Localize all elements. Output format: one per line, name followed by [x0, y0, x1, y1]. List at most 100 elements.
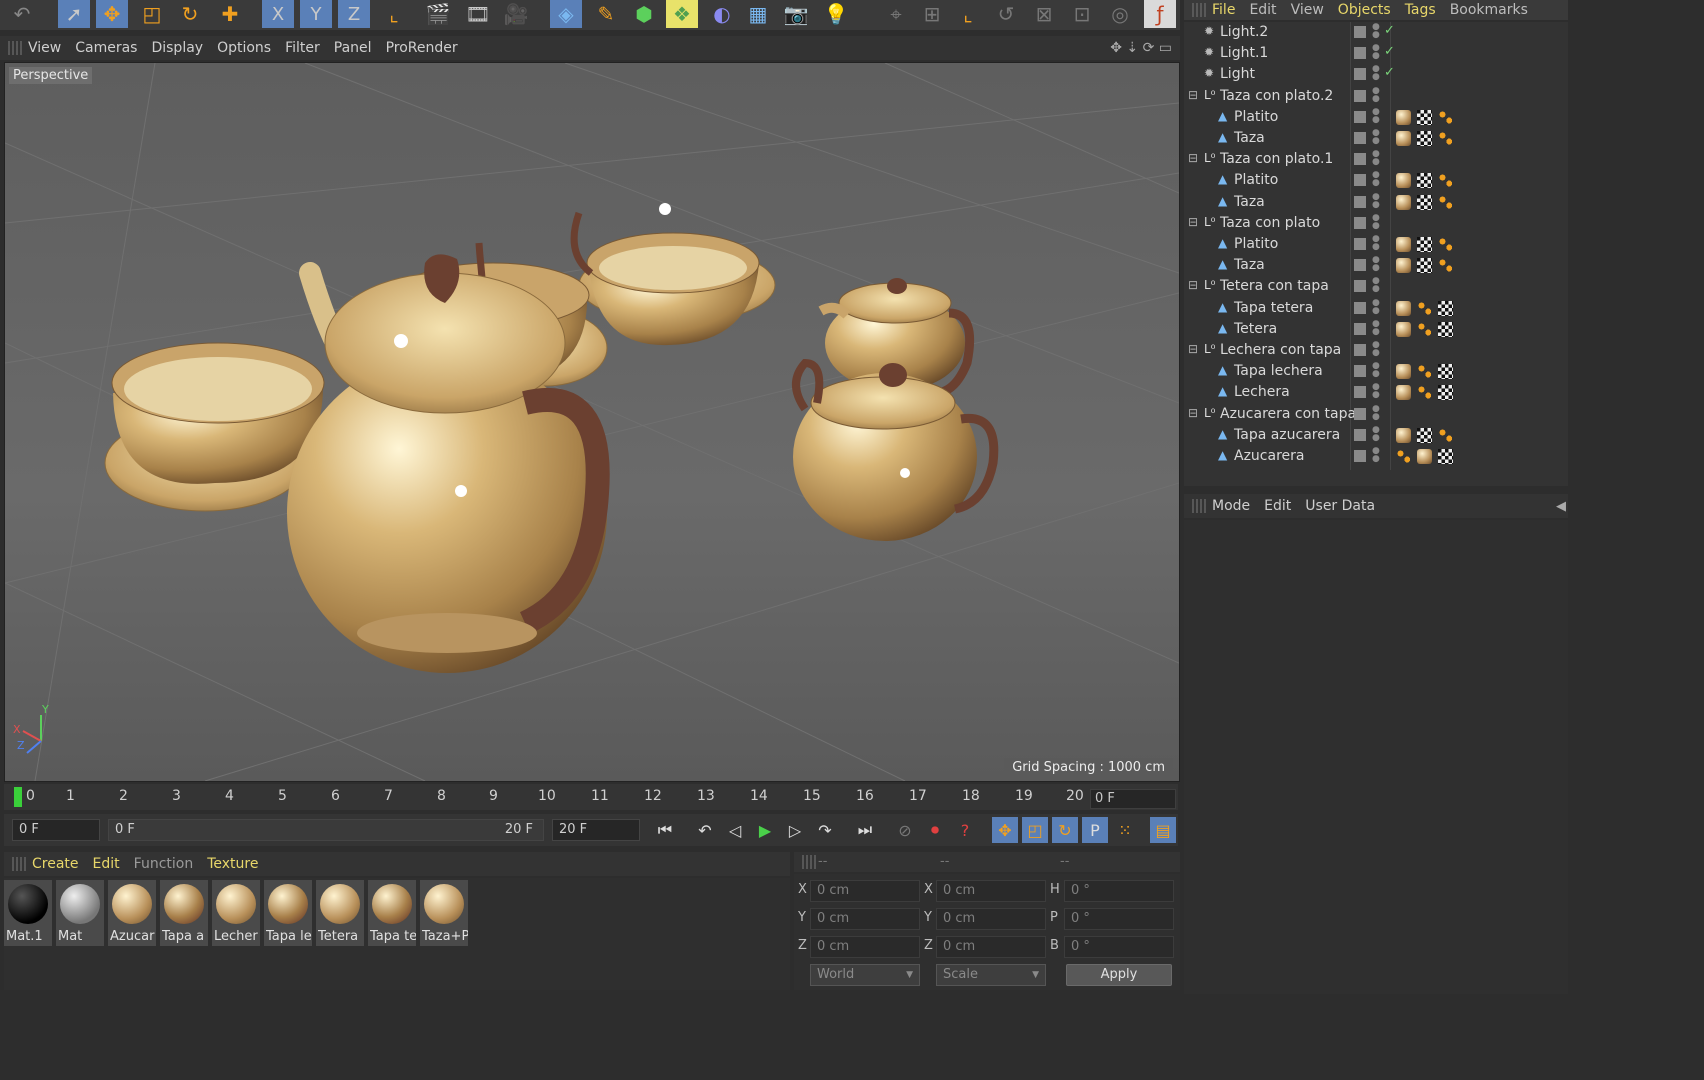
material-tag-icon[interactable]	[1396, 427, 1411, 443]
menu-function[interactable]: Function	[134, 856, 194, 872]
record-keys-icon[interactable]: ⊘	[892, 817, 918, 843]
uvw-tag-icon[interactable]	[1438, 258, 1453, 274]
texture-tag-icon[interactable]	[1438, 364, 1453, 380]
object-row[interactable]: ▲ Lechera ● ●	[1184, 382, 1568, 403]
material-tag-icon[interactable]	[1396, 258, 1411, 274]
position-x-field[interactable]: 0 cm	[810, 880, 920, 902]
pen-icon[interactable]: ✎	[590, 0, 622, 28]
goto-end-icon[interactable]: ⏭	[852, 817, 878, 843]
uvw-tag-icon[interactable]	[1396, 449, 1411, 464]
position-z-field[interactable]: 0 cm	[810, 936, 920, 958]
material-tag-icon[interactable]	[1396, 385, 1411, 401]
menu-tags[interactable]: Tags	[1405, 2, 1436, 18]
start-frame-field[interactable]: 0 F	[12, 819, 100, 841]
prev-key-icon[interactable]: ↶	[692, 817, 718, 843]
timeline-window-icon[interactable]: ▤	[1150, 817, 1176, 843]
select-cursor-icon[interactable]: ➚	[58, 0, 90, 28]
object-row[interactable]: ⊟ L⁰ Azucarera con tapa ● ●	[1184, 404, 1568, 425]
size-x-field[interactable]: 0 cm	[936, 880, 1046, 902]
object-name[interactable]: Platito	[1234, 109, 1278, 125]
keyframe-selection-icon[interactable]: ?	[952, 817, 978, 843]
texture-tag-icon[interactable]	[1438, 300, 1453, 316]
render-visibility-dots-icon[interactable]: ● ●	[1372, 235, 1380, 252]
enabled-check-icon[interactable]: ✓	[1384, 23, 1395, 38]
material-tag-icon[interactable]	[1396, 109, 1411, 125]
render-visibility-dots-icon[interactable]: ● ●	[1372, 383, 1380, 400]
panel-grip-icon[interactable]	[1192, 499, 1206, 513]
visibility-toggle-icon[interactable]	[1354, 386, 1366, 399]
material-swatch[interactable]: Azucar	[108, 880, 156, 946]
subdivision-icon[interactable]: ⬢	[628, 0, 660, 28]
frame-range-slider[interactable]: 0 F 20 F	[108, 819, 544, 841]
rotation-b-field[interactable]: 0 °	[1064, 936, 1174, 958]
visibility-toggle-icon[interactable]	[1354, 68, 1366, 81]
texture-tag-icon[interactable]	[1417, 427, 1432, 443]
expand-toggle-icon[interactable]: ⊟	[1188, 406, 1198, 420]
menu-bookmarks[interactable]: Bookmarks	[1450, 2, 1528, 18]
visibility-toggle-icon[interactable]	[1354, 110, 1366, 123]
expand-toggle-icon[interactable]: ⊟	[1188, 278, 1198, 292]
perspective-viewport[interactable]: Y X Z Perspective Grid Spacing : 1000 cm	[4, 62, 1180, 782]
quantize-icon[interactable]: ⊡	[1066, 0, 1098, 28]
camera-icon[interactable]: 📷	[780, 0, 812, 28]
object-row[interactable]: ⊟ L⁰ Taza con plato ● ●	[1184, 213, 1568, 234]
material-tag-icon[interactable]	[1396, 237, 1411, 252]
texture-tag-icon[interactable]	[1438, 449, 1453, 464]
object-row[interactable]: ✹ Light.2 ● ● ✓	[1184, 22, 1568, 43]
visibility-toggle-icon[interactable]	[1354, 26, 1366, 38]
menu-edit[interactable]: Edit	[93, 856, 120, 872]
menu-objects[interactable]: Objects	[1338, 2, 1391, 18]
menu-filter[interactable]: Filter	[285, 40, 320, 56]
object-name[interactable]: Taza	[1234, 257, 1265, 273]
object-row[interactable]: ▲ Tapa azucarera ● ●	[1184, 425, 1568, 446]
object-row[interactable]: ▲ Tetera ● ●	[1184, 319, 1568, 340]
key-rotation-icon[interactable]: ↻	[1052, 817, 1078, 843]
render-visibility-dots-icon[interactable]: ● ●	[1372, 213, 1380, 230]
uvw-tag-icon[interactable]	[1417, 321, 1432, 337]
render-view-icon[interactable]: 🎬	[422, 0, 454, 28]
object-name[interactable]: Taza con plato	[1220, 215, 1320, 231]
material-tag-icon[interactable]	[1417, 449, 1432, 464]
panel-grip-icon[interactable]	[12, 857, 26, 871]
render-visibility-dots-icon[interactable]: ● ●	[1372, 107, 1380, 124]
menu-view[interactable]: View	[28, 40, 61, 56]
target-icon[interactable]: ◎	[1104, 0, 1136, 28]
render-visibility-dots-icon[interactable]: ● ●	[1372, 404, 1380, 421]
texture-tag-icon[interactable]	[1417, 131, 1432, 146]
object-name[interactable]: Light	[1220, 66, 1255, 82]
render-visibility-dots-icon[interactable]: ● ●	[1372, 86, 1380, 103]
visibility-toggle-icon[interactable]	[1354, 216, 1366, 229]
x-axis-icon[interactable]: X	[262, 0, 294, 28]
axis-lock-icon[interactable]: ⌞	[952, 0, 984, 28]
object-name[interactable]: Platito	[1234, 236, 1278, 252]
uvw-tag-icon[interactable]	[1438, 237, 1453, 252]
cube-icon[interactable]: ◈	[550, 0, 582, 28]
playhead-marker[interactable]	[14, 787, 22, 807]
render-visibility-dots-icon[interactable]: ● ●	[1372, 447, 1380, 464]
apply-button[interactable]: Apply	[1066, 964, 1172, 986]
object-row[interactable]: ▲ Azucarera ● ●	[1184, 446, 1568, 467]
goto-start-icon[interactable]: ⏮	[652, 817, 678, 843]
object-row[interactable]: ⊟ L⁰ Taza con plato.1 ● ●	[1184, 149, 1568, 170]
uvw-tag-icon[interactable]	[1417, 385, 1432, 401]
coordinate-system-icon[interactable]: ⌞	[378, 0, 410, 28]
object-row[interactable]: ▲ Platito ● ●	[1184, 234, 1568, 255]
expand-toggle-icon[interactable]: ⊟	[1188, 215, 1198, 229]
deformer-icon[interactable]: ◐	[706, 0, 738, 28]
material-swatch[interactable]: Tapa a	[160, 880, 208, 946]
menu-display[interactable]: Display	[151, 40, 203, 56]
visibility-toggle-icon[interactable]	[1354, 195, 1366, 208]
texture-tag-icon[interactable]	[1438, 385, 1453, 401]
floor-icon[interactable]: ▦	[742, 0, 774, 28]
material-swatch[interactable]: Taza+P	[420, 880, 468, 946]
menu-user-data[interactable]: User Data	[1305, 498, 1375, 514]
add-icon[interactable]: ✚	[214, 0, 246, 28]
light-icon[interactable]: 💡	[820, 0, 852, 28]
render-visibility-dots-icon[interactable]: ● ●	[1372, 362, 1380, 379]
current-frame-field[interactable]: 0 F	[1090, 789, 1176, 809]
render-visibility-dots-icon[interactable]: ● ●	[1372, 150, 1380, 167]
material-tag-icon[interactable]	[1396, 300, 1411, 316]
key-pla-icon[interactable]: ⁙	[1112, 817, 1138, 843]
object-name[interactable]: Tapa tetera	[1234, 300, 1313, 316]
workplane-icon[interactable]: ⊞	[916, 0, 948, 28]
